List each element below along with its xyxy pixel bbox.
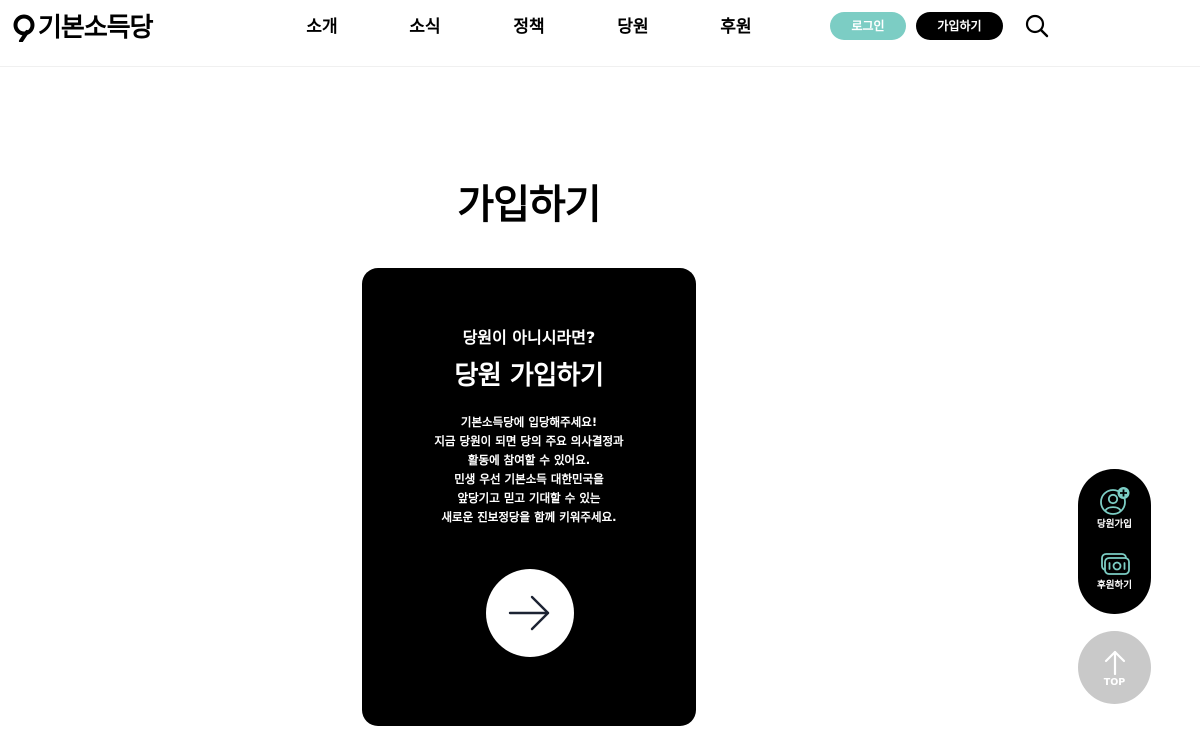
card-description-line: 앞당기고 믿고 기대할 수 있는 xyxy=(457,491,601,505)
card-description-line: 새로운 진보정당을 함께 키워주세요. xyxy=(441,510,617,524)
floating-join-label: 당원가입 xyxy=(1097,519,1132,530)
logo-text: 기본소득당 xyxy=(38,13,154,43)
logo-mark-icon xyxy=(13,14,35,42)
member-join-card[interactable]: 당원이 아니시라면? 당원 가입하기 기본소득당에 입당해주세요! 지금 당원이… xyxy=(362,268,696,726)
money-icon xyxy=(1100,553,1130,575)
nav-item-about[interactable]: 소개 xyxy=(306,14,337,40)
site-header: 기본소득당 소개 소식 정책 당원 후원 로그인 가입하기 xyxy=(0,0,1200,67)
card-eyebrow: 당원이 아니시라면? xyxy=(462,328,596,347)
arrow-up-icon xyxy=(1104,650,1126,675)
search-icon[interactable] xyxy=(1024,13,1050,39)
site-logo[interactable]: 기본소득당 xyxy=(12,11,154,45)
user-add-icon xyxy=(1099,487,1129,515)
scroll-top-label: TOP xyxy=(1103,677,1126,688)
card-title: 당원 가입하기 xyxy=(454,361,604,391)
nav-item-news[interactable]: 소식 xyxy=(409,14,440,40)
floating-donate-label: 후원하기 xyxy=(1097,580,1132,591)
join-button[interactable]: 가입하기 xyxy=(916,12,1003,40)
nav-item-members[interactable]: 당원 xyxy=(617,14,648,40)
login-button[interactable]: 로그인 xyxy=(830,12,906,40)
card-arrow-button[interactable] xyxy=(486,569,574,657)
card-description-line: 지금 당원이 되면 당의 주요 의사결정과 xyxy=(434,434,624,448)
card-description-line: 민생 우선 기본소득 대한민국을 xyxy=(454,472,604,486)
card-description-line: 기본소득당에 입당해주세요! xyxy=(460,415,598,429)
card-description: 기본소득당에 입당해주세요! 지금 당원이 되면 당의 주요 의사결정과 활동에… xyxy=(362,413,696,527)
nav-item-policy[interactable]: 정책 xyxy=(513,14,544,40)
nav-item-donate[interactable]: 후원 xyxy=(720,14,751,40)
floating-donate-button[interactable]: 후원하기 xyxy=(1078,551,1151,593)
card-description-line: 활동에 참여할 수 있어요. xyxy=(467,453,591,467)
arrow-right-icon xyxy=(508,595,550,631)
floating-menu: 당원가입 후원하기 xyxy=(1078,469,1151,614)
scroll-top-button[interactable]: TOP xyxy=(1078,631,1151,704)
page-title: 가입하기 xyxy=(457,181,601,228)
floating-join-button[interactable]: 당원가입 xyxy=(1078,486,1151,532)
